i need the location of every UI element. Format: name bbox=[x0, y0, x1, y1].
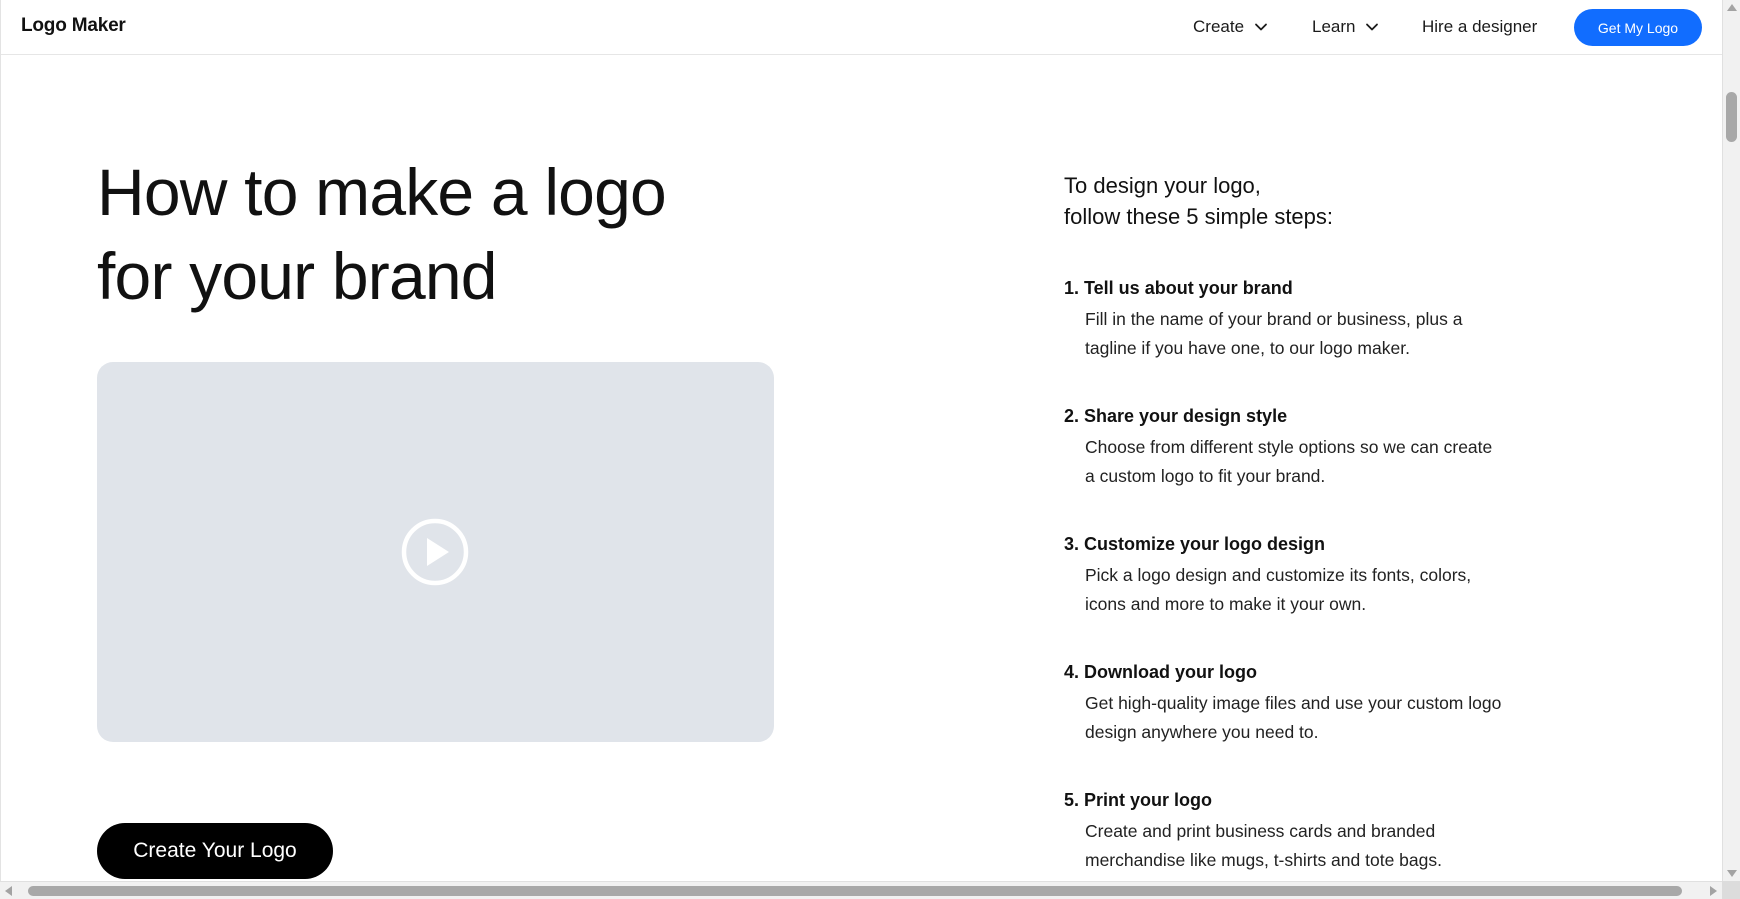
step-item: 4. Download your logo Get high-quality i… bbox=[1064, 660, 1504, 747]
nav-learn-label: Learn bbox=[1312, 17, 1356, 36]
video-player[interactable] bbox=[97, 362, 774, 742]
page-title: How to make a logo for your brand bbox=[97, 150, 737, 318]
page-viewport: Logo Maker Create Learn Hire a designer … bbox=[0, 0, 1722, 881]
nav-hire-designer-link[interactable]: Hire a designer bbox=[1422, 17, 1537, 37]
step-description: Choose from different style options so w… bbox=[1085, 437, 1493, 486]
horizontal-scrollbar[interactable] bbox=[0, 881, 1722, 899]
top-navigation-bar: Logo Maker Create Learn Hire a designer … bbox=[1, 0, 1722, 55]
scroll-up-arrow-icon[interactable] bbox=[1727, 4, 1737, 11]
page-title-line-1: How to make a logo bbox=[97, 155, 667, 229]
scrollbar-corner bbox=[1722, 881, 1740, 899]
step-description: Create and print business cards and bran… bbox=[1085, 821, 1442, 870]
horizontal-scroll-thumb[interactable] bbox=[28, 886, 1682, 896]
brand-logo-text[interactable]: Logo Maker bbox=[21, 15, 126, 37]
step-description: Get high-quality image files and use you… bbox=[1085, 693, 1502, 742]
steps-intro-line-2: follow these 5 simple steps: bbox=[1064, 204, 1334, 229]
chevron-down-icon bbox=[1255, 23, 1267, 31]
step-title: 1. Tell us about your brand bbox=[1064, 278, 1293, 298]
scroll-left-arrow-icon[interactable] bbox=[5, 886, 12, 896]
step-item: 5. Print your logo Create and print busi… bbox=[1064, 788, 1504, 875]
steps-intro: To design your logo, follow these 5 simp… bbox=[1064, 170, 1484, 232]
chevron-down-icon bbox=[1366, 23, 1379, 31]
vertical-scroll-thumb[interactable] bbox=[1726, 92, 1737, 142]
get-my-logo-button[interactable]: Get My Logo bbox=[1574, 9, 1702, 46]
nav-learn-dropdown[interactable]: Learn bbox=[1312, 17, 1379, 37]
create-your-logo-button[interactable]: Create Your Logo bbox=[97, 823, 333, 879]
step-item: 1. Tell us about your brand Fill in the … bbox=[1064, 276, 1504, 363]
steps-intro-line-1: To design your logo, bbox=[1064, 173, 1261, 198]
step-title: 2. Share your design style bbox=[1064, 406, 1288, 426]
nav-create-dropdown[interactable]: Create bbox=[1193, 17, 1268, 37]
step-item: 2. Share your design style Choose from d… bbox=[1064, 404, 1504, 491]
step-item: 3. Customize your logo design Pick a log… bbox=[1064, 532, 1504, 619]
step-title: 3. Customize your logo design bbox=[1064, 534, 1326, 554]
nav-create-label: Create bbox=[1193, 17, 1245, 36]
step-description: Pick a logo design and customize its fon… bbox=[1085, 565, 1472, 614]
step-description: Fill in the name of your brand or busine… bbox=[1085, 309, 1463, 358]
vertical-scrollbar[interactable] bbox=[1722, 0, 1740, 881]
scroll-down-arrow-icon[interactable] bbox=[1727, 870, 1737, 877]
step-title: 4. Download your logo bbox=[1064, 662, 1257, 682]
nav-hire-label: Hire a designer bbox=[1422, 17, 1538, 36]
scroll-right-arrow-icon[interactable] bbox=[1710, 886, 1717, 896]
step-title: 5. Print your logo bbox=[1064, 790, 1213, 810]
play-circle-icon[interactable] bbox=[401, 518, 469, 586]
page-title-line-2: for your brand bbox=[97, 239, 498, 313]
